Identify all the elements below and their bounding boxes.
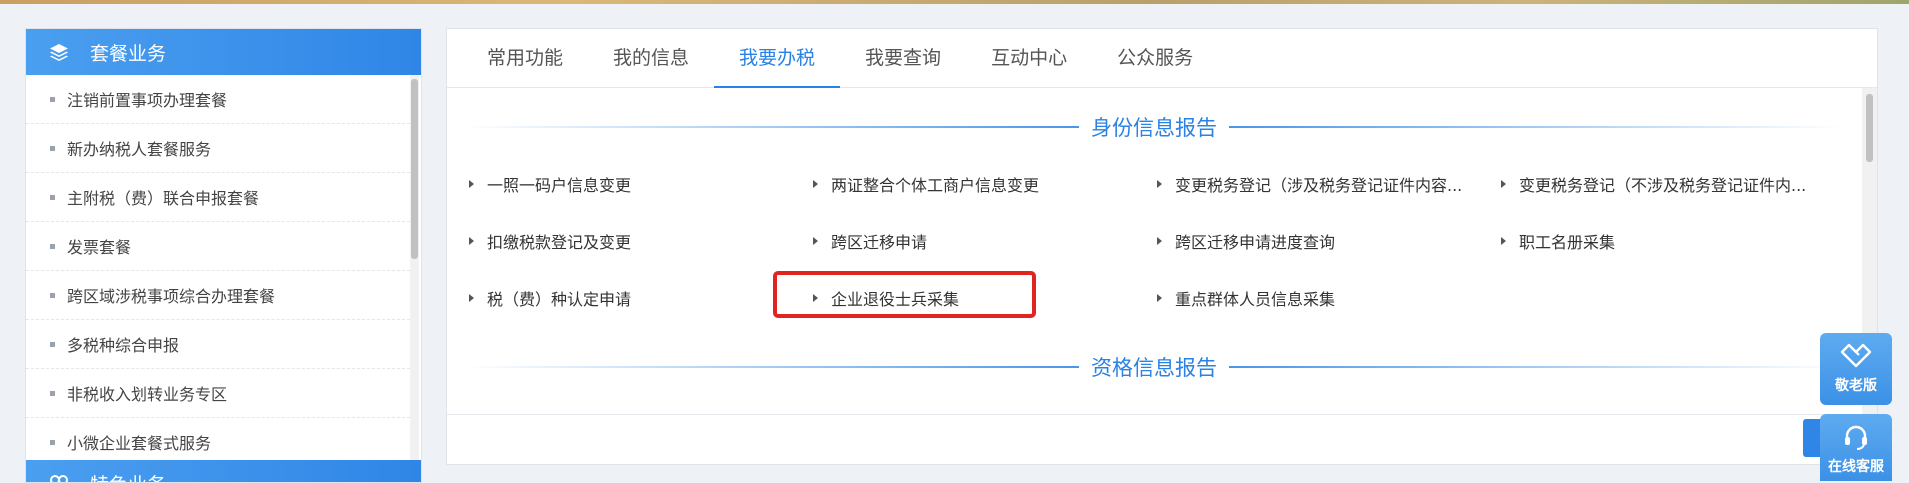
divider-line: [464, 126, 1079, 128]
service-link-label: 税（费）种认定申请: [487, 286, 631, 310]
service-link-label: 扣缴税款登记及变更: [487, 229, 631, 253]
tab-common-functions[interactable]: 常用功能: [462, 29, 588, 87]
caret-right-icon: [1157, 180, 1162, 188]
caret-right-icon: [813, 180, 818, 188]
tab-query[interactable]: 我要查询: [840, 29, 966, 87]
bullet-icon: [50, 391, 55, 396]
service-link[interactable]: 跨区迁移申请: [813, 229, 927, 253]
divider-line: [1229, 126, 1844, 128]
featured-icon: [48, 472, 70, 483]
service-link[interactable]: 重点群体人员信息采集: [1157, 286, 1335, 310]
list-item-label: 注销前置事项办理套餐: [67, 87, 227, 111]
online-service-button[interactable]: 在线客服: [1820, 414, 1892, 481]
service-link[interactable]: 跨区迁移申请进度查询: [1157, 229, 1335, 253]
list-item[interactable]: 新办纳税人套餐服务: [26, 124, 410, 173]
sidebar: 套餐业务 注销前置事项办理套餐 新办纳税人套餐服务 主附税（费）联合申报套餐 发…: [25, 28, 422, 483]
list-item-label: 非税收入划转业务专区: [67, 381, 227, 405]
bullet-icon: [50, 97, 55, 102]
list-item-label: 主附税（费）联合申报套餐: [67, 185, 259, 209]
list-item-label: 多税种综合申报: [67, 332, 179, 356]
sidebar-scrollbar[interactable]: [410, 75, 419, 460]
service-link-label: 变更税务登记（涉及税务登记证件内容...: [1175, 172, 1462, 196]
bullet-icon: [50, 244, 55, 249]
service-link[interactable]: 税（费）种认定申请: [469, 286, 631, 310]
main-panel: 常用功能 我的信息 我要办税 我要查询 互动中心 公众服务 身份信息报告 一照一…: [446, 28, 1878, 465]
service-link-label: 跨区迁移申请进度查询: [1175, 229, 1335, 253]
caret-right-icon: [469, 294, 474, 302]
package-list: 注销前置事项办理套餐 新办纳税人套餐服务 主附税（费）联合申报套餐 发票套餐 跨…: [26, 75, 421, 467]
highlight-annotation-box: [773, 271, 1036, 318]
caret-right-icon: [1501, 180, 1506, 188]
tab-tax-handling[interactable]: 我要办税: [714, 29, 840, 87]
headset-icon: [1842, 424, 1870, 450]
service-link[interactable]: 两证整合个体工商户信息变更: [813, 172, 1039, 196]
handshake-icon: [1839, 341, 1873, 369]
top-banner-strip: [0, 0, 1909, 4]
bullet-icon: [50, 440, 55, 445]
list-item-label: 小微企业套餐式服务: [67, 430, 211, 454]
caret-right-icon: [1501, 237, 1506, 245]
section-title-text: 资格信息报告: [1079, 352, 1229, 382]
section-title-text: 身份信息报告: [1079, 112, 1229, 142]
panel-header-packages[interactable]: 套餐业务: [26, 29, 421, 75]
bullet-icon: [50, 195, 55, 200]
caret-right-icon: [813, 237, 818, 245]
tab-content: 身份信息报告 一照一码户信息变更 两证整合个体工商户信息变更 变更税务登记（涉及…: [447, 88, 1862, 414]
layers-icon: [48, 41, 70, 63]
section-title-identity: 身份信息报告: [464, 112, 1844, 142]
elder-mode-button[interactable]: 敬老版: [1820, 333, 1892, 405]
service-link[interactable]: 职工名册采集: [1501, 229, 1615, 253]
service-link-label: 跨区迁移申请: [831, 229, 927, 253]
service-link[interactable]: 变更税务登记（涉及税务登记证件内容...: [1157, 172, 1462, 196]
bullet-icon: [50, 146, 55, 151]
caret-right-icon: [1157, 294, 1162, 302]
tab-interaction-center[interactable]: 互动中心: [966, 29, 1092, 87]
scrollbar-thumb[interactable]: [1866, 94, 1873, 162]
list-item[interactable]: 跨区域涉税事项综合办理套餐: [26, 271, 410, 320]
bullet-icon: [50, 342, 55, 347]
list-item[interactable]: 发票套餐: [26, 222, 410, 271]
service-link-label: 两证整合个体工商户信息变更: [831, 172, 1039, 196]
divider: [447, 414, 1877, 415]
list-item[interactable]: 非税收入划转业务专区: [26, 369, 410, 418]
list-item[interactable]: 注销前置事项办理套餐: [26, 75, 410, 124]
list-item-label: 跨区域涉税事项综合办理套餐: [67, 283, 275, 307]
scrollbar-thumb[interactable]: [411, 79, 418, 259]
list-item-label: 发票套餐: [67, 234, 131, 258]
bullet-icon: [50, 293, 55, 298]
caret-right-icon: [1157, 237, 1162, 245]
panel-header-featured[interactable]: 特色业务: [26, 460, 421, 483]
caret-right-icon: [469, 237, 474, 245]
divider-line: [464, 366, 1079, 368]
service-link-label: 变更税务登记（不涉及税务登记证件内...: [1519, 172, 1806, 196]
caret-right-icon: [469, 180, 474, 188]
service-link-label: 重点群体人员信息采集: [1175, 286, 1335, 310]
list-item[interactable]: 主附税（费）联合申报套餐: [26, 173, 410, 222]
elder-mode-label: 敬老版: [1835, 375, 1877, 395]
tab-public-service[interactable]: 公众服务: [1092, 29, 1218, 87]
service-link[interactable]: 变更税务登记（不涉及税务登记证件内...: [1501, 172, 1806, 196]
list-item-label: 新办纳税人套餐服务: [67, 136, 211, 160]
service-link[interactable]: 扣缴税款登记及变更: [469, 229, 631, 253]
tab-bar: 常用功能 我的信息 我要办税 我要查询 互动中心 公众服务: [447, 29, 1877, 88]
service-link-label: 一照一码户信息变更: [487, 172, 631, 196]
service-link[interactable]: 一照一码户信息变更: [469, 172, 631, 196]
tab-my-info[interactable]: 我的信息: [588, 29, 714, 87]
online-service-label: 在线客服: [1828, 456, 1884, 476]
divider-line: [1229, 366, 1844, 368]
section-title-qualification: 资格信息报告: [464, 352, 1844, 382]
service-link-label: 职工名册采集: [1519, 229, 1615, 253]
list-item[interactable]: 多税种综合申报: [26, 320, 410, 369]
panel-header-title: 套餐业务: [90, 39, 166, 66]
